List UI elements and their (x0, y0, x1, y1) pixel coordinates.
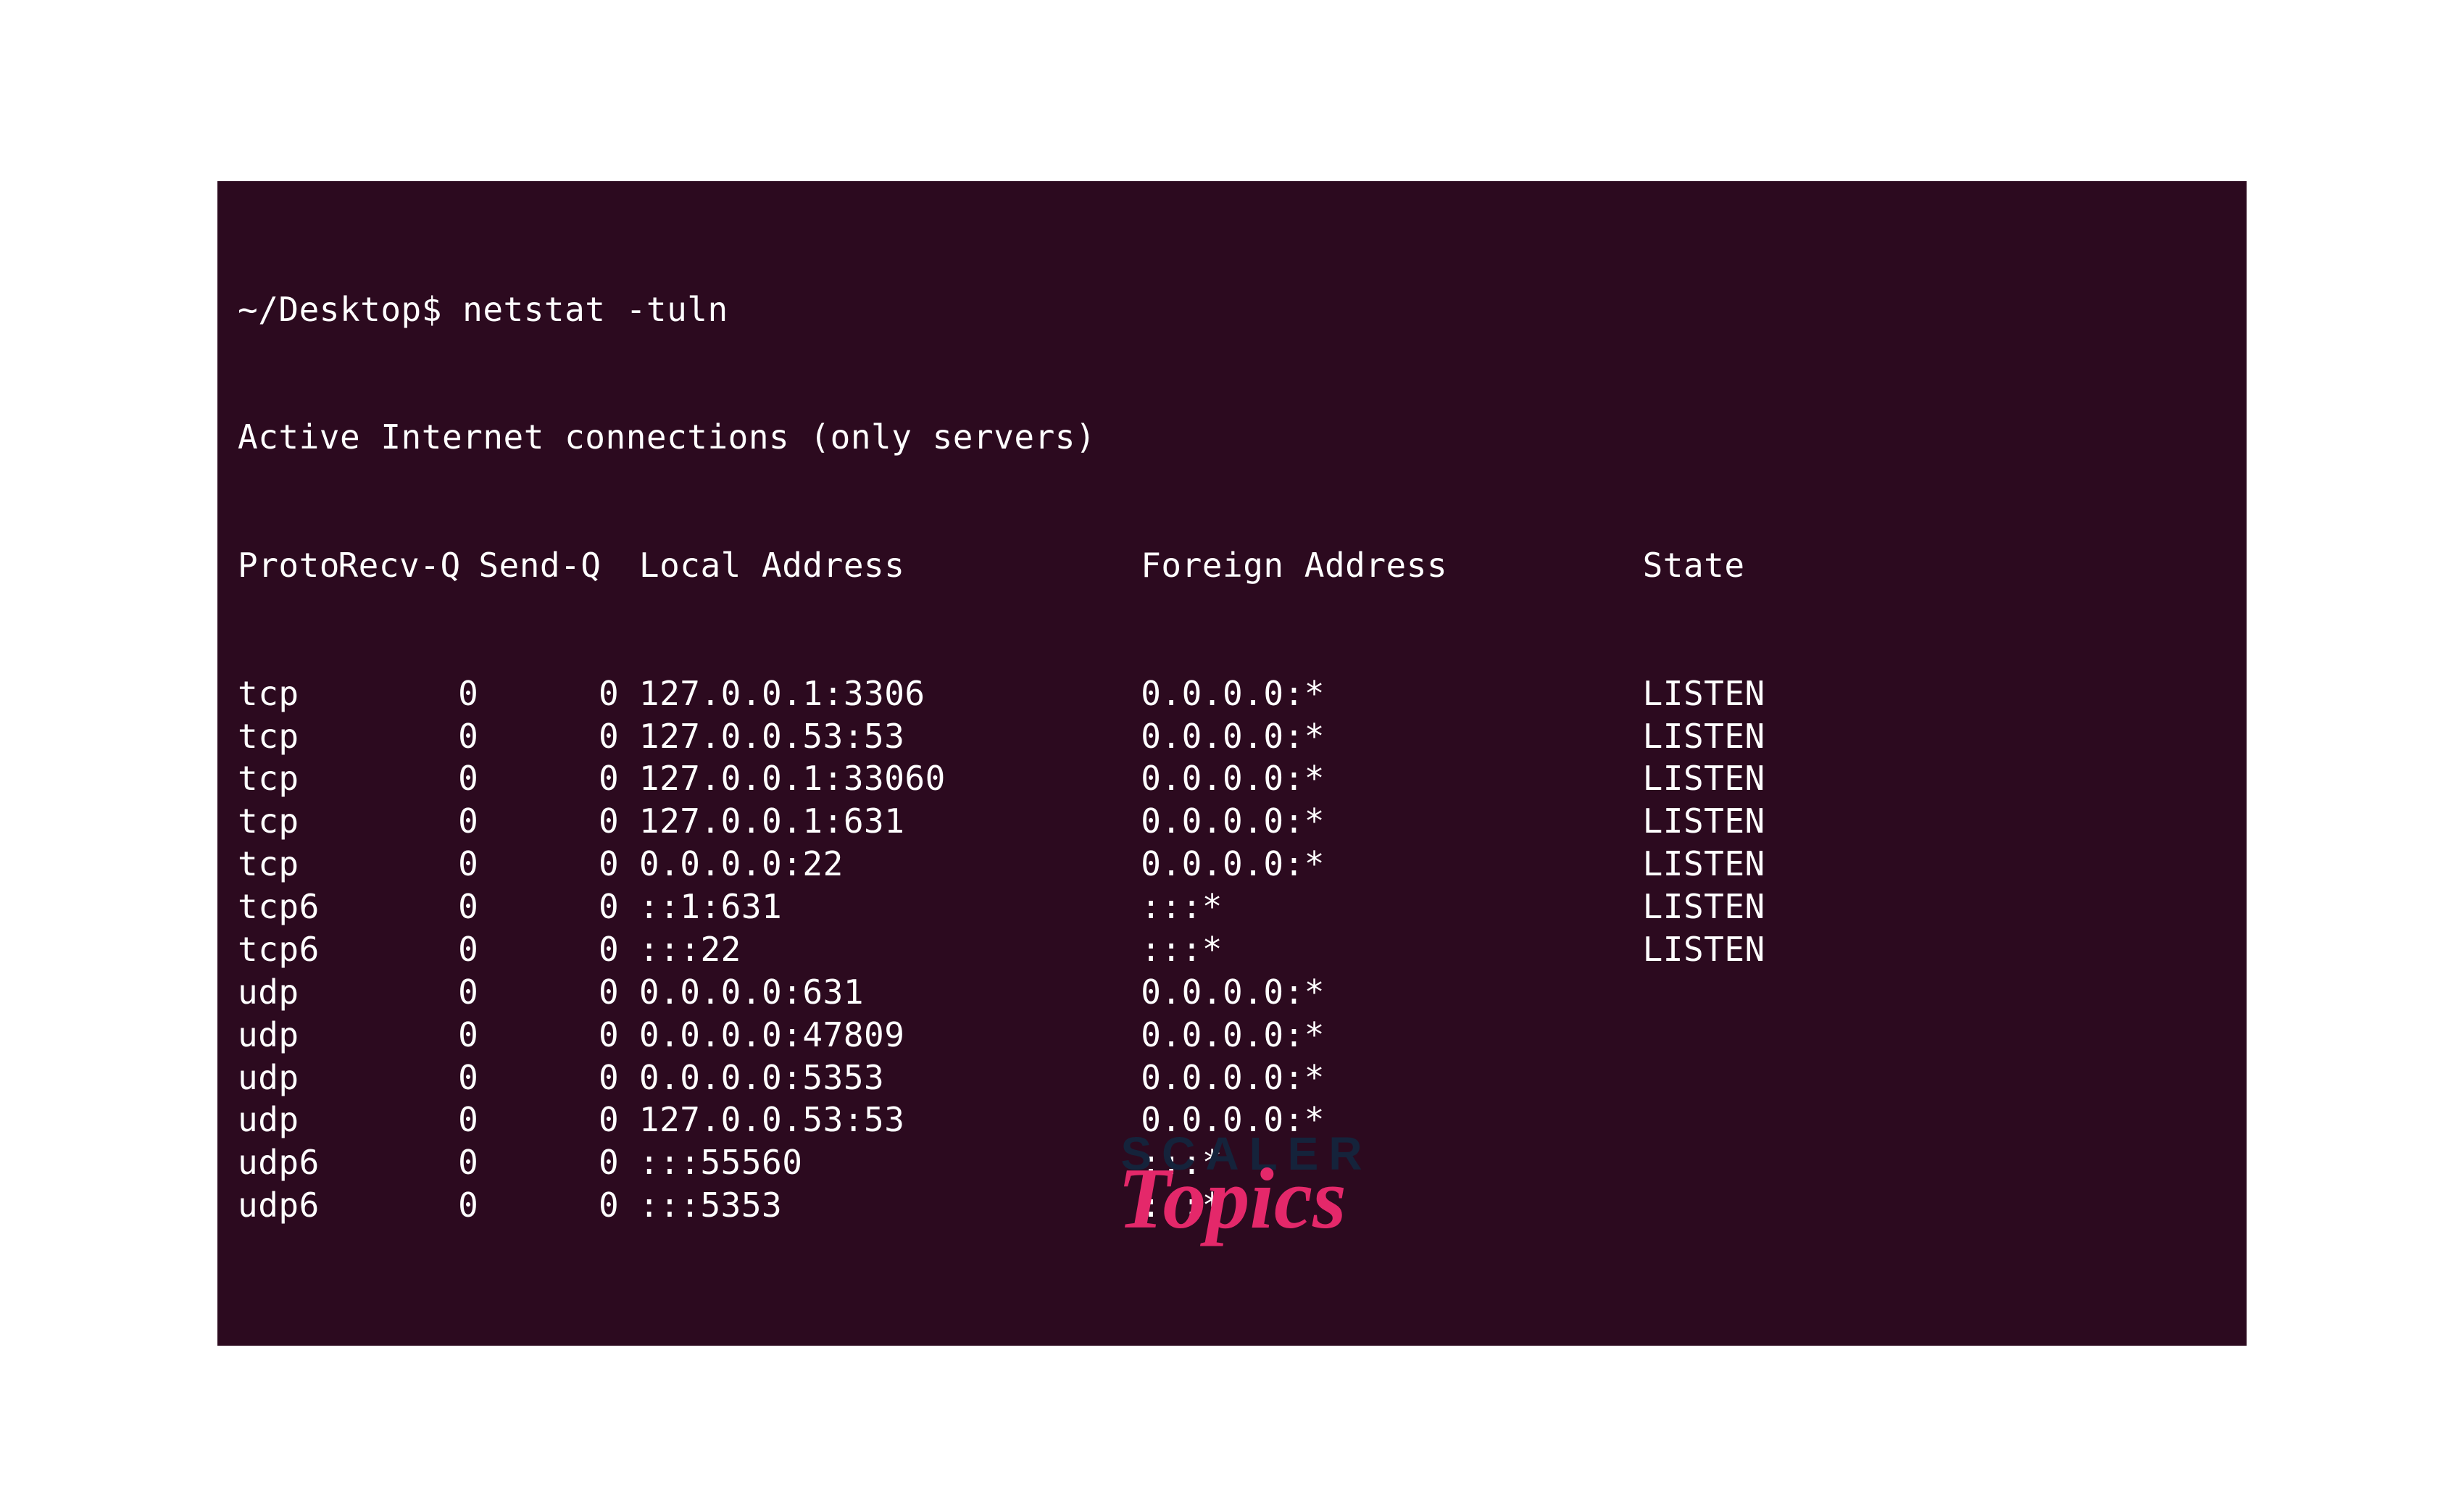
cell-sendq: 0 (478, 757, 619, 800)
cell-sendq: 0 (478, 928, 619, 971)
cell-foreign: :::* (1141, 886, 1642, 928)
table-row: udp000.0.0.0:478090.0.0.0:* (238, 1014, 2226, 1057)
cell-recvq: 0 (338, 971, 478, 1014)
cell-sendq: 0 (478, 715, 619, 758)
cell-foreign: :::* (1141, 928, 1642, 971)
cell-recvq: 0 (338, 886, 478, 928)
cell-sendq: 0 (478, 843, 619, 886)
header-state: State (1643, 544, 1804, 587)
scaler-topics-logo: SCALER Topics (1091, 1130, 1372, 1242)
cell-foreign: 0.0.0.0:* (1141, 971, 1642, 1014)
header-foreign: Foreign Address (1141, 544, 1642, 587)
cell-foreign: 0.0.0.0:* (1141, 715, 1642, 758)
table-row: tcp00127.0.0.53:530.0.0.0:*LISTEN (238, 715, 2226, 758)
cell-proto: tcp (238, 672, 338, 715)
header-proto: Proto (238, 544, 338, 587)
cell-recvq: 0 (338, 715, 478, 758)
cell-recvq: 0 (338, 1014, 478, 1057)
cell-foreign: 0.0.0.0:* (1141, 843, 1642, 886)
header-local: Local Address (619, 544, 1141, 587)
cell-state: LISTEN (1643, 843, 1804, 886)
cell-proto: tcp (238, 715, 338, 758)
table-row: tcp600::1:631:::*LISTEN (238, 886, 2226, 928)
table-row: tcp000.0.0.0:220.0.0.0:*LISTEN (238, 843, 2226, 886)
cell-foreign: 0.0.0.0:* (1141, 672, 1642, 715)
cell-state: LISTEN (1643, 800, 1804, 843)
cell-recvq: 0 (338, 843, 478, 886)
cell-foreign: 0.0.0.0:* (1141, 1014, 1642, 1057)
cell-state: LISTEN (1643, 928, 1804, 971)
cell-foreign: 0.0.0.0:* (1141, 800, 1642, 843)
cell-local: 0.0.0.0:631 (619, 971, 1141, 1014)
table-row: tcp600:::22:::*LISTEN (238, 928, 2226, 971)
cell-state (1643, 1057, 1804, 1099)
cell-sendq: 0 (478, 672, 619, 715)
cell-proto: tcp6 (238, 886, 338, 928)
cell-recvq: 0 (338, 1057, 478, 1099)
cell-sendq: 0 (478, 886, 619, 928)
cell-state: LISTEN (1643, 886, 1804, 928)
header-sendq: Send-Q (478, 544, 619, 587)
cell-sendq: 0 (478, 800, 619, 843)
prompt-command: netstat -tuln (462, 290, 728, 329)
caption-line: Active Internet connections (only server… (238, 416, 2226, 459)
cell-foreign: 0.0.0.0:* (1141, 1057, 1642, 1099)
header-row: Proto Recv-Q Send-Q Local Address Foreig… (238, 544, 2226, 587)
logo-text-bottom: Topics (1091, 1155, 1372, 1242)
cell-local: 127.0.0.1:33060 (619, 757, 1141, 800)
prompt-path: ~/Desktop$ (238, 290, 462, 329)
cell-sendq: 0 (478, 1057, 619, 1099)
cell-local: 0.0.0.0:47809 (619, 1014, 1141, 1057)
cell-recvq: 0 (338, 672, 478, 715)
cell-proto: tcp (238, 757, 338, 800)
cell-state (1643, 971, 1804, 1014)
cell-local: :::22 (619, 928, 1141, 971)
cell-local: 0.0.0.0:22 (619, 843, 1141, 886)
cell-state: LISTEN (1643, 715, 1804, 758)
table-row: tcp00127.0.0.1:33060.0.0.0:*LISTEN (238, 672, 2226, 715)
page-canvas: ~/Desktop$ netstat -tuln Active Internet… (0, 0, 2464, 1487)
cell-proto: tcp (238, 800, 338, 843)
cell-local: 127.0.0.1:631 (619, 800, 1141, 843)
table-row: udp000.0.0.0:53530.0.0.0:* (238, 1057, 2226, 1099)
cell-state (1643, 1014, 1804, 1057)
cell-state: LISTEN (1643, 757, 1804, 800)
cell-proto: udp (238, 1014, 338, 1057)
cell-sendq: 0 (478, 971, 619, 1014)
cell-sendq: 0 (478, 1014, 619, 1057)
cell-state: LISTEN (1643, 672, 1804, 715)
header-recvq: Recv-Q (338, 544, 478, 587)
cell-recvq: 0 (338, 928, 478, 971)
cell-proto: tcp (238, 843, 338, 886)
cell-recvq: 0 (338, 757, 478, 800)
cell-foreign: 0.0.0.0:* (1141, 757, 1642, 800)
cell-local: 127.0.0.53:53 (619, 715, 1141, 758)
table-row: tcp00127.0.0.1:6310.0.0.0:*LISTEN (238, 800, 2226, 843)
cell-proto: udp (238, 1057, 338, 1099)
cell-local: ::1:631 (619, 886, 1141, 928)
cell-proto: udp (238, 971, 338, 1014)
table-row: tcp00127.0.0.1:330600.0.0.0:*LISTEN (238, 757, 2226, 800)
cell-proto: tcp6 (238, 928, 338, 971)
table-row: udp000.0.0.0:6310.0.0.0:* (238, 971, 2226, 1014)
prompt-line: ~/Desktop$ netstat -tuln (238, 288, 2226, 331)
cell-recvq: 0 (338, 800, 478, 843)
logo-container: SCALER Topics (0, 1130, 2464, 1242)
cell-local: 0.0.0.0:5353 (619, 1057, 1141, 1099)
cell-local: 127.0.0.1:3306 (619, 672, 1141, 715)
